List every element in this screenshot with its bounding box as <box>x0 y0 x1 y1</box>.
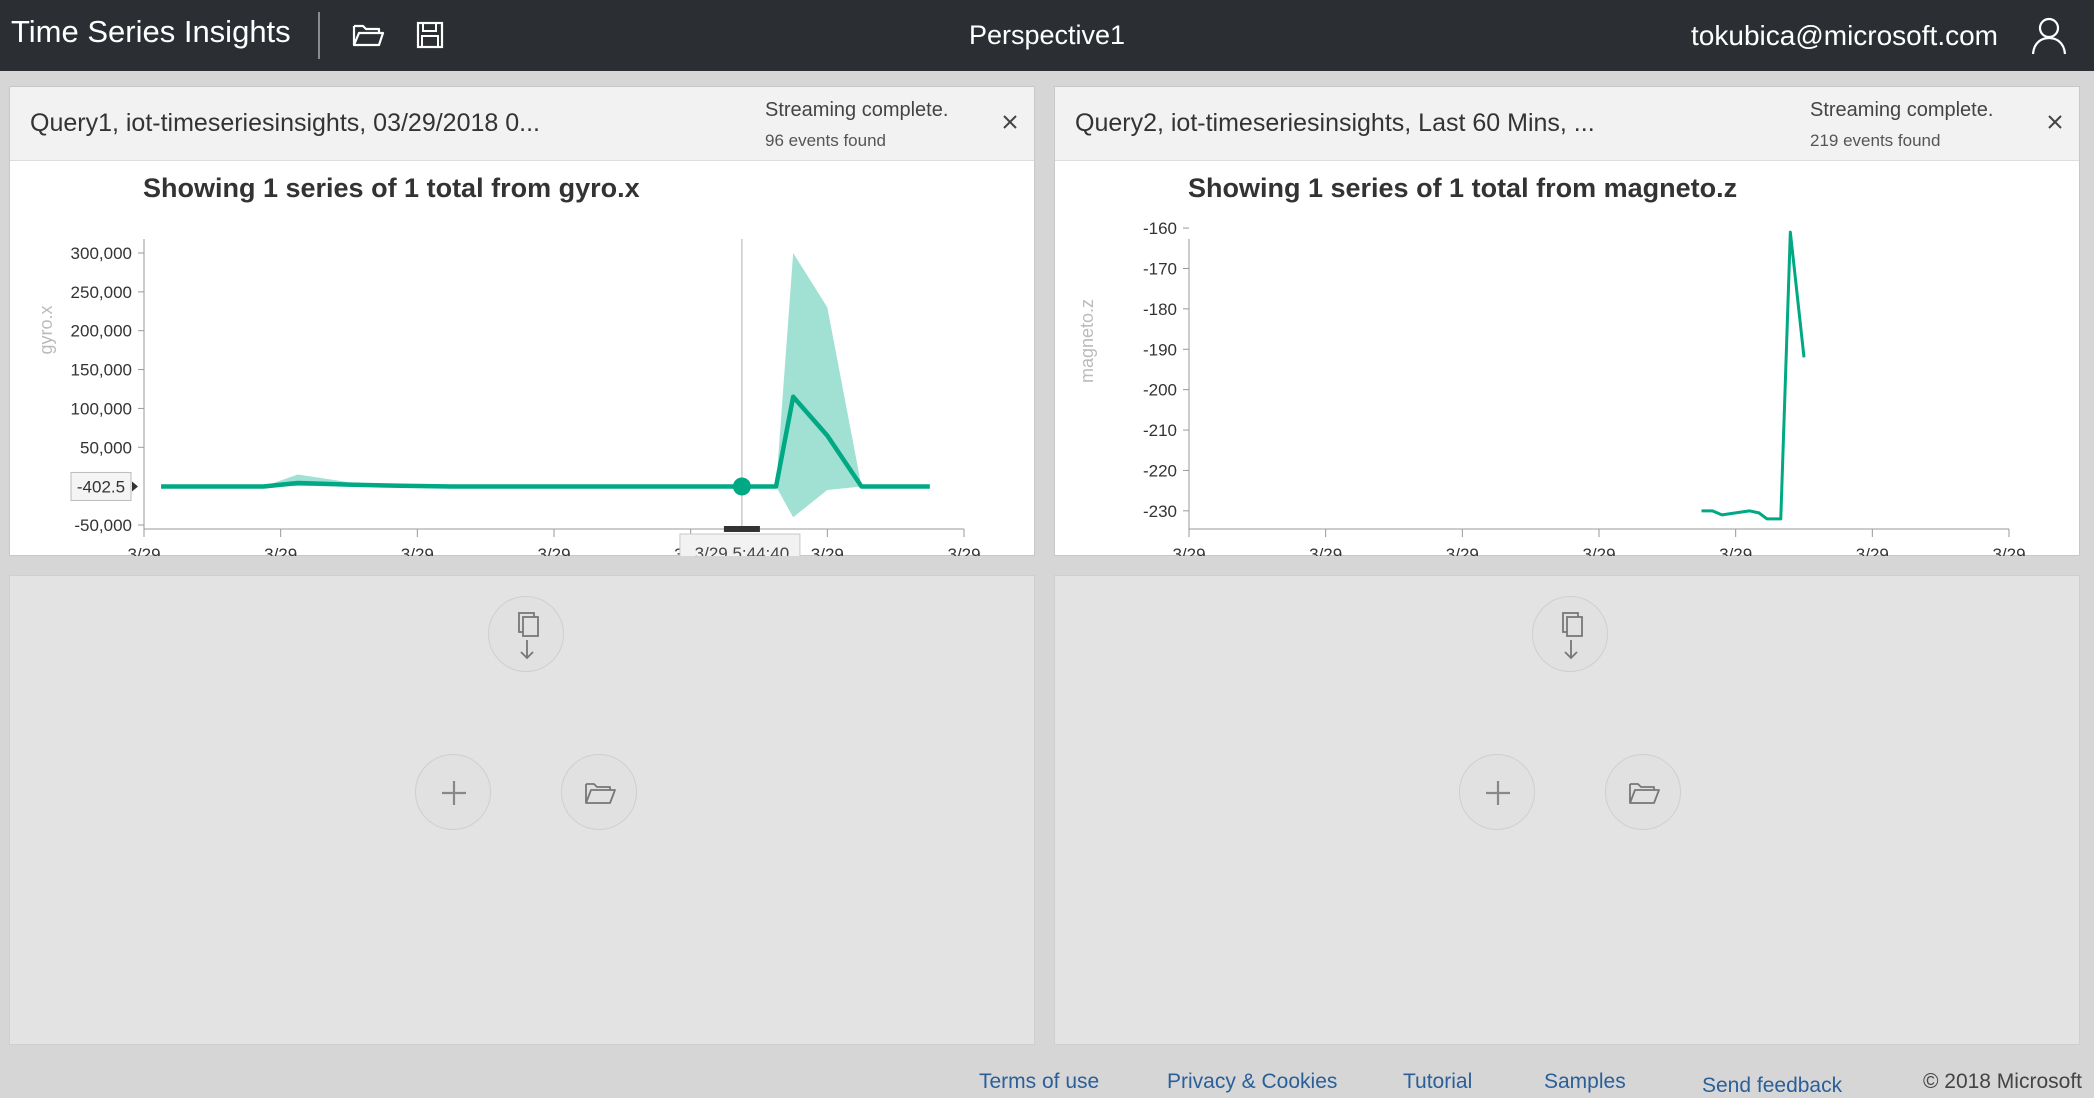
query-title[interactable]: Query2, iot-timeseriesinsights, Last 60 … <box>1075 109 1595 138</box>
copyright: © 2018 Microsoft <box>1922 1070 2082 1093</box>
y-tick-label: -170 <box>1143 259 1177 278</box>
chart-title: Showing 1 series of 1 total from gyro.x <box>143 173 640 203</box>
min-max-band <box>161 253 930 518</box>
magneto-chart[interactable]: Showing 1 series of 1 total from magneto… <box>1055 162 2079 556</box>
close-icon[interactable] <box>2040 107 2070 137</box>
streaming-status: Streaming complete. <box>1810 99 1994 121</box>
query-title[interactable]: Query1, iot-timeseriesinsights, 03/29/20… <box>30 109 540 138</box>
add-query-button[interactable] <box>1459 754 1535 830</box>
y-tick-label: 100,000 <box>71 399 132 418</box>
streaming-status: Streaming complete. <box>765 99 949 121</box>
y-tick-label: -210 <box>1143 421 1177 440</box>
series-line <box>1701 230 1806 521</box>
x-tick-label: 3/29 <box>1309 545 1342 556</box>
y-tick-label: -200 <box>1143 381 1177 400</box>
chart-title: Showing 1 series of 1 total from magneto… <box>1188 173 1737 203</box>
paste-down-button[interactable] <box>1532 596 1608 672</box>
folder-open-icon[interactable] <box>349 16 387 54</box>
x-tick-label: 3/29 <box>811 545 844 556</box>
x-tick-label: 3/29 <box>1172 545 1205 556</box>
event-count: 219 events found <box>1810 131 1941 150</box>
y-tick-label: 300,000 <box>71 244 132 263</box>
x-tick-label: 3/29 <box>537 545 570 556</box>
open-query-button[interactable] <box>1605 754 1681 830</box>
x-tick-label: 3/29 <box>1582 545 1615 556</box>
y-tick-label: 250,000 <box>71 283 132 302</box>
x-tick-label: 3/29 <box>264 545 297 556</box>
x-tick-label: 3/29 <box>1856 545 1889 556</box>
gyro-chart[interactable]: Showing 1 series of 1 total from gyro.x g… <box>10 162 1034 556</box>
user-email[interactable]: tokubica@microsoft.com <box>1691 20 1998 52</box>
hover-value-pointer <box>132 481 138 492</box>
x-tick-label: 3/29 <box>401 545 434 556</box>
y-tick-label: -190 <box>1143 340 1177 359</box>
plus-icon <box>1486 781 1510 805</box>
footer-link-feedback[interactable]: Send feedback <box>1702 1074 1842 1098</box>
y-tick-label: -50,000 <box>74 516 132 535</box>
hover-point <box>732 477 751 496</box>
footer-link-privacy[interactable]: Privacy & Cookies <box>1167 1070 1337 1094</box>
hover-x-marker <box>723 526 760 532</box>
query-panel-1: Query1, iot-timeseriesinsights, 03/29/20… <box>9 86 1035 556</box>
hover-tooltip-line: 3/29 5:44:40 <box>695 544 790 556</box>
event-count: 96 events found <box>765 131 886 150</box>
save-icon[interactable] <box>411 16 449 54</box>
empty-slot-1 <box>9 575 1035 1045</box>
y-tick-label: -160 <box>1143 219 1177 238</box>
close-icon[interactable] <box>995 107 1025 137</box>
panel-header: Query2, iot-timeseriesinsights, Last 60 … <box>1055 87 2079 161</box>
footer-link-tutorial[interactable]: Tutorial <box>1403 1070 1472 1094</box>
user-icon[interactable] <box>2028 14 2070 56</box>
app-title[interactable]: Time Series Insights <box>11 14 291 50</box>
query-panel-2: Query2, iot-timeseriesinsights, Last 60 … <box>1054 86 2080 556</box>
title-divider <box>318 12 320 59</box>
perspective-name[interactable]: Perspective1 <box>969 20 1125 50</box>
paste-down-icon <box>518 612 539 660</box>
x-tick-label: 3/29 <box>1446 545 1479 556</box>
add-query-button[interactable] <box>415 754 491 830</box>
y-axis-label: gyro.x <box>36 305 56 354</box>
folder-open-icon <box>1629 783 1660 804</box>
x-tick-label: 3/29 <box>1719 545 1752 556</box>
y-axis-label: magneto.z <box>1077 299 1097 383</box>
footer-link-samples[interactable]: Samples <box>1544 1070 1626 1094</box>
footer-link-terms[interactable]: Terms of use <box>979 1070 1099 1094</box>
y-tick-label: 150,000 <box>71 361 132 380</box>
plus-icon <box>442 781 466 805</box>
y-tick-label: -180 <box>1143 300 1177 319</box>
x-tick-label: 3/29 <box>127 545 160 556</box>
top-bar: Time Series Insights Perspective1 tokubi… <box>0 0 2094 71</box>
hover-value-label: -402.5 <box>77 477 125 496</box>
y-tick-label: -220 <box>1143 461 1177 480</box>
folder-open-icon <box>585 783 616 804</box>
x-tick-label: 3/29 <box>1992 545 2025 556</box>
open-query-button[interactable] <box>561 754 637 830</box>
x-tick-label: 3/29 <box>947 545 980 556</box>
y-tick-label: 50,000 <box>80 438 132 457</box>
empty-slot-2 <box>1054 575 2080 1045</box>
paste-down-icon <box>1562 612 1583 660</box>
y-tick-label: -230 <box>1143 502 1177 521</box>
panel-header: Query1, iot-timeseriesinsights, 03/29/20… <box>10 87 1034 161</box>
y-tick-label: 200,000 <box>71 322 132 341</box>
paste-down-button[interactable] <box>488 596 564 672</box>
